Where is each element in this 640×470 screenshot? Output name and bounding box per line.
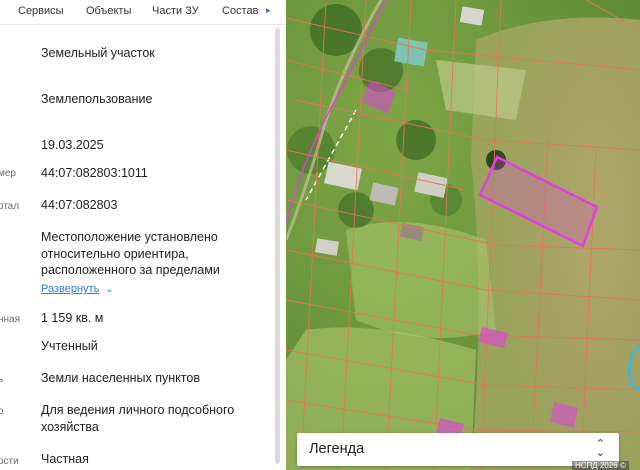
tab-parcel-parts[interactable]: Части ЗУ bbox=[152, 5, 199, 17]
expand-link-label: Развернуть bbox=[41, 283, 100, 295]
row-address-value: Местоположение установлено относительно … bbox=[41, 230, 220, 277]
row-ownership-value: Частная bbox=[41, 452, 89, 466]
panel-scrollbar[interactable] bbox=[275, 28, 280, 464]
tab-bar: Сервисы Объекты Части ЗУ Состав ▸ bbox=[0, 0, 286, 25]
row-cadastral-number-value[interactable]: 44:07:082803:1011 bbox=[41, 165, 267, 182]
expand-collapse-icon: ⌃ ⌄ bbox=[595, 438, 605, 459]
row-cadastral-quarter-value[interactable]: 44:07:082803 bbox=[41, 197, 267, 214]
satellite-map[interactable] bbox=[286, 0, 640, 470]
row-subtype-value: Землепользование bbox=[41, 92, 153, 106]
map-copyright: НСПД 2026 © bbox=[572, 461, 629, 470]
row-land-category-value: Земли населенных пунктов bbox=[41, 371, 200, 385]
legend-dropdown[interactable]: Легенда ⌃ ⌄ bbox=[297, 433, 619, 466]
row-permitted-use-label: о bbox=[0, 406, 4, 417]
row-status-value: Учтенный bbox=[41, 339, 98, 353]
row-ownership-label: ости bbox=[0, 456, 19, 467]
row-land-category-label: ь bbox=[0, 374, 4, 385]
tab-objects[interactable]: Объекты bbox=[86, 5, 131, 17]
tabs-scroll-right-icon[interactable]: ▸ bbox=[266, 5, 271, 16]
row-type-value: Земельный участок bbox=[41, 46, 155, 60]
expand-link[interactable]: Развернуть ⌄ bbox=[41, 283, 114, 295]
chevron-down-icon: ⌄ bbox=[105, 284, 114, 295]
row-permitted-use-value: Для ведения личного подсобного хозяйства bbox=[41, 403, 235, 434]
tab-services[interactable]: Сервисы bbox=[18, 5, 64, 17]
row-area-value: 1 159 кв. м bbox=[41, 311, 104, 325]
row-cadastral-quarter-label: ртал bbox=[0, 201, 20, 212]
info-panel: Сервисы Объекты Части ЗУ Состав ▸ Земель… bbox=[0, 0, 286, 470]
row-cadastral-number-label: мер bbox=[0, 168, 16, 179]
row-area-label: нная bbox=[0, 314, 21, 325]
tab-composition[interactable]: Состав bbox=[222, 5, 258, 17]
map-view[interactable] bbox=[286, 0, 640, 470]
row-date-value: 19.03.2025 bbox=[41, 138, 104, 152]
legend-label: Легенда bbox=[309, 441, 365, 457]
